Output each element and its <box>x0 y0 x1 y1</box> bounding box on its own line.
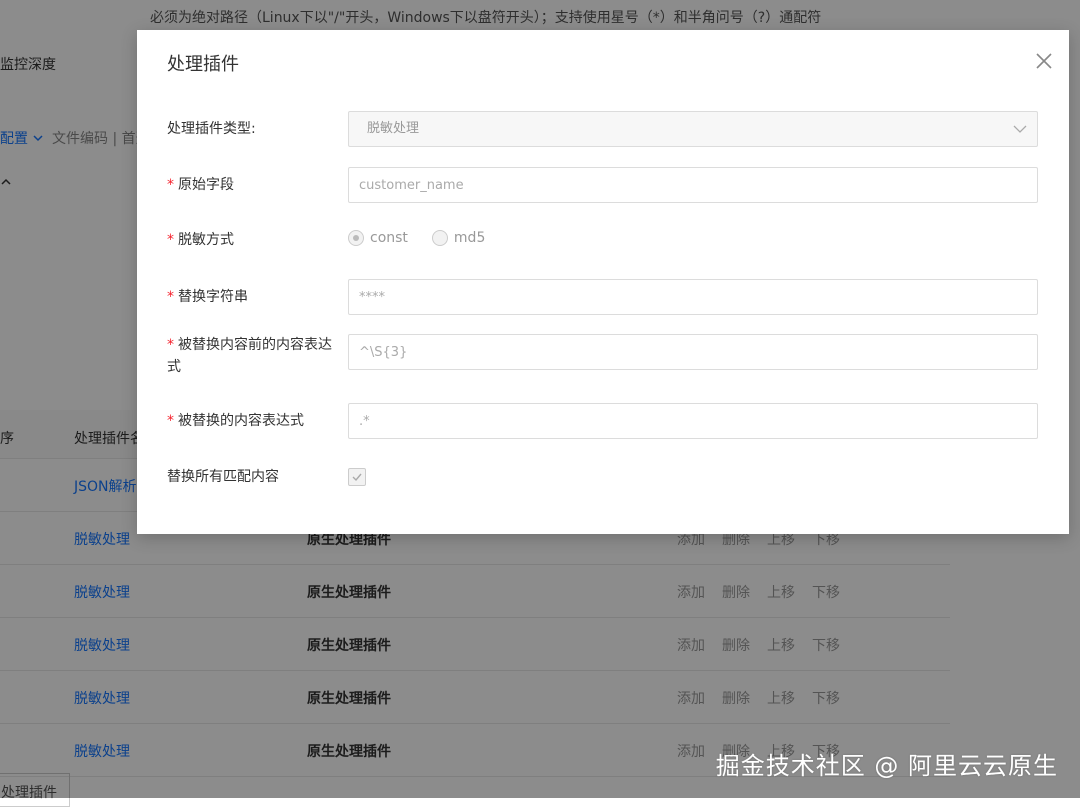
close-icon[interactable] <box>1033 50 1055 72</box>
source-field-input-wrap <box>348 167 1038 203</box>
replace-string-label: * 替换字符串 <box>167 289 248 305</box>
plugin-type-row: 处理插件类型: 脱敏处理 <box>167 111 1039 147</box>
replace-all-row: 替换所有匹配内容 <box>167 466 1039 488</box>
plugin-type-select[interactable]: 脱敏处理 <box>348 111 1038 147</box>
watermark-text: 掘金技术社区 @ 阿里云云原生 <box>715 752 1058 780</box>
mask-method-radio-group: const md5 <box>348 230 485 246</box>
prefix-regex-row: * 被替换内容前的内容表达式 <box>167 334 1039 380</box>
source-field-label: * 原始字段 <box>167 177 234 193</box>
source-field-row: * 原始字段 <box>167 167 1039 203</box>
plugin-type-label: 处理插件类型: <box>167 121 256 137</box>
radio-const-label: const <box>370 230 408 246</box>
plugin-modal: 处理插件 处理插件类型: 脱敏处理 *原始字段 *脱敏方式 const md5 <box>137 30 1069 534</box>
modal-title: 处理插件 <box>167 54 239 75</box>
chevron-down-icon <box>1013 125 1027 133</box>
radio-md5-label: md5 <box>453 230 486 246</box>
check-icon <box>352 473 362 482</box>
content-regex-label: * 被替换的内容表达式 <box>167 413 304 429</box>
replace-all-label: 替换所有匹配内容 <box>167 469 279 485</box>
content-regex-input[interactable] <box>349 404 1037 438</box>
prefix-regex-input[interactable] <box>349 335 1037 369</box>
radio-md5-dot[interactable] <box>431 230 448 246</box>
content-regex-input-wrap <box>348 403 1038 439</box>
replace-string-input[interactable] <box>349 280 1037 314</box>
prefix-regex-input-wrap <box>348 334 1038 370</box>
content-regex-row: * 被替换的内容表达式 <box>167 403 1039 439</box>
plugin-type-value: 脱敏处理 <box>367 121 420 136</box>
radio-const-dot[interactable] <box>348 230 364 246</box>
radio-const[interactable]: const <box>348 230 408 246</box>
replace-string-row: * 替换字符串 <box>167 279 1039 315</box>
replace-all-checkbox[interactable] <box>348 468 366 486</box>
mask-method-row: * 脱敏方式 const md5 <box>167 229 1039 253</box>
replace-string-input-wrap <box>348 279 1038 315</box>
mask-method-label: * 脱敏方式 <box>167 232 234 248</box>
source-field-input[interactable] <box>349 168 1037 202</box>
radio-md5[interactable]: md5 <box>431 230 486 246</box>
prefix-regex-label: * 被替换内容前的内容表达式 <box>167 337 332 375</box>
